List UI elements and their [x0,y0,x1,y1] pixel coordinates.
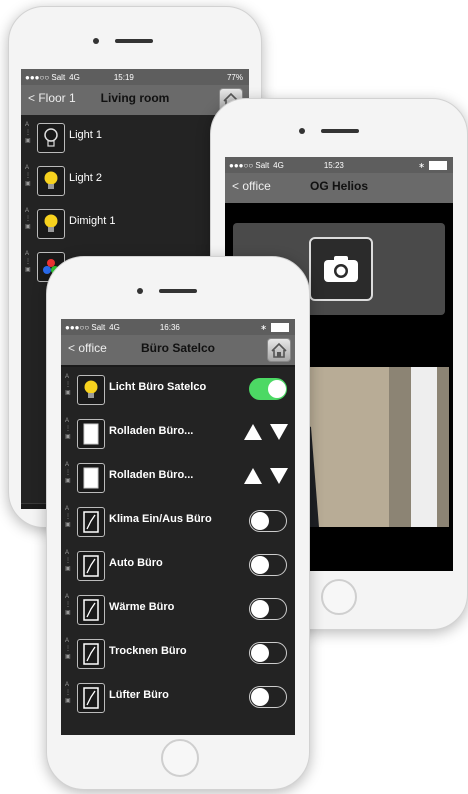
switch-toggle[interactable] [249,686,287,708]
list-item[interactable]: A ⋮ ▣ Klima Ein/Aus Büro [61,499,295,544]
bulb-on-icon [37,209,65,239]
auto-mark: A ⋮ ▣ [25,208,31,230]
auto-mark: A ⋮ ▣ [25,122,31,144]
status-time: 15:19 [113,72,134,82]
blind-icon [77,463,105,493]
window-icon [77,683,105,713]
window-icon [77,595,105,625]
arrow-up-icon[interactable] [243,466,263,486]
status-time: 16:36 [159,322,180,332]
auto-mark: A ⋮ ▣ [65,550,71,572]
page-title: Büro Satelco [140,341,215,355]
status-network: 4G [69,72,80,82]
auto-mark: A ⋮ ▣ [25,251,31,273]
bluetooth-icon: ∗ [260,322,267,332]
switch-toggle[interactable] [249,554,287,576]
switch-toggle[interactable] [249,598,287,620]
auto-mark: A ⋮ ▣ [65,638,71,660]
auto-mark: A ⋮ ▣ [65,462,71,484]
screen-buero-satelco: ●●●○○ Salt 4G 16:36 ∗ < office Büro Sate… [61,319,295,735]
toggle-knob [251,556,269,574]
list-item[interactable]: A ⋮ ▣ Wärme Büro [61,587,295,632]
item-label: Trocknen Büro [109,645,187,657]
list-item[interactable]: A ⋮ ▣ Licht Büro Satelco [61,367,295,412]
arrow-up-icon[interactable] [243,422,263,442]
switch-toggle[interactable] [249,510,287,532]
auto-mark: A ⋮ ▣ [65,682,71,704]
status-bar: ●●●○○ Salt 4G 16:36 ∗ [61,319,295,335]
nav-bar: < Floor 1 Living room [21,85,249,115]
item-label: Klima Ein/Aus Büro [109,513,212,525]
nav-bar: < office OG Helios [225,173,453,203]
status-time: 15:23 [323,160,344,170]
phone-speaker [321,129,359,133]
item-label: Licht Büro Satelco [109,381,207,393]
auto-mark: A ⋮ ▣ [25,165,31,187]
status-network: 4G [109,322,120,332]
home-button[interactable] [267,338,291,362]
list-item[interactable]: A ⋮ ▣ Auto Büro [61,543,295,588]
item-label: Rolladen Büro... [109,469,194,481]
page-title: Living room [100,91,170,105]
toggle-knob [251,644,269,662]
camera-button[interactable] [309,237,373,301]
home-physical-button[interactable] [161,739,199,777]
switch-toggle[interactable] [249,642,287,664]
item-label: Light 2 [69,172,103,184]
bluetooth-icon: ∗ [418,160,425,170]
toggle-knob [251,600,269,618]
item-label: Dimight 1 [69,215,116,227]
auto-mark: A ⋮ ▣ [65,594,71,616]
status-network: 4G [273,160,284,170]
status-bar: ●●●○○ Salt 4G 15:23 ∗ [225,157,453,173]
auto-mark: A ⋮ ▣ [65,418,71,440]
nav-bar: < office Büro Satelco [61,335,295,365]
phone-speaker [159,289,197,293]
status-carrier: ●●●○○ Salt [65,322,106,332]
battery-icon [271,322,289,332]
home-physical-button[interactable] [321,579,357,615]
auto-mark: A ⋮ ▣ [65,374,71,396]
phone-camera [299,128,305,134]
bulb-on-icon [77,375,105,405]
status-battery: 77% [226,72,243,82]
window-icon [77,507,105,537]
window-icon [77,639,105,669]
home-icon [271,342,287,358]
page-title: OG Helios [309,179,368,193]
status-bar: ●●●○○ Salt 4G 15:19 77% [21,69,249,85]
auto-mark: A ⋮ ▣ [65,506,71,528]
item-label: Lüfter Büro [109,689,169,701]
blind-controls [243,422,289,442]
toggle-knob [268,380,286,398]
bulb-on-icon [37,166,65,196]
item-label: Rolladen Büro... [109,425,194,437]
arrow-down-icon[interactable] [269,466,289,486]
blind-controls [243,466,289,486]
item-label: Light 1 [69,129,103,141]
camera-icon [324,256,358,282]
toggle-knob [251,688,269,706]
list-item[interactable] [61,719,295,735]
blind-icon [77,419,105,449]
toggle-knob [251,512,269,530]
item-label: Wärme Büro [109,601,175,613]
status-carrier: ●●●○○ Salt [229,160,270,170]
list-item[interactable]: A ⋮ ▣ Trocknen Büro [61,631,295,676]
list-item[interactable]: A ⋮ ▣ Rolladen Büro... [61,411,295,456]
bulb-off-icon [37,123,65,153]
list-item[interactable]: A ⋮ ▣ Rolladen Büro... [61,455,295,500]
window-icon [77,551,105,581]
status-carrier: ●●●○○ Salt [25,72,66,82]
item-label: Auto Büro [109,557,163,569]
battery-icon [429,160,447,170]
phone-buero-satelco: ●●●○○ Salt 4G 16:36 ∗ < office Büro Sate… [46,256,310,790]
phone-speaker [115,39,153,43]
phone-camera [137,288,143,294]
phone-camera [93,38,99,44]
list-item[interactable]: A ⋮ ▣ Lüfter Büro [61,675,295,720]
arrow-down-icon[interactable] [269,422,289,442]
switch-toggle[interactable] [249,378,287,400]
